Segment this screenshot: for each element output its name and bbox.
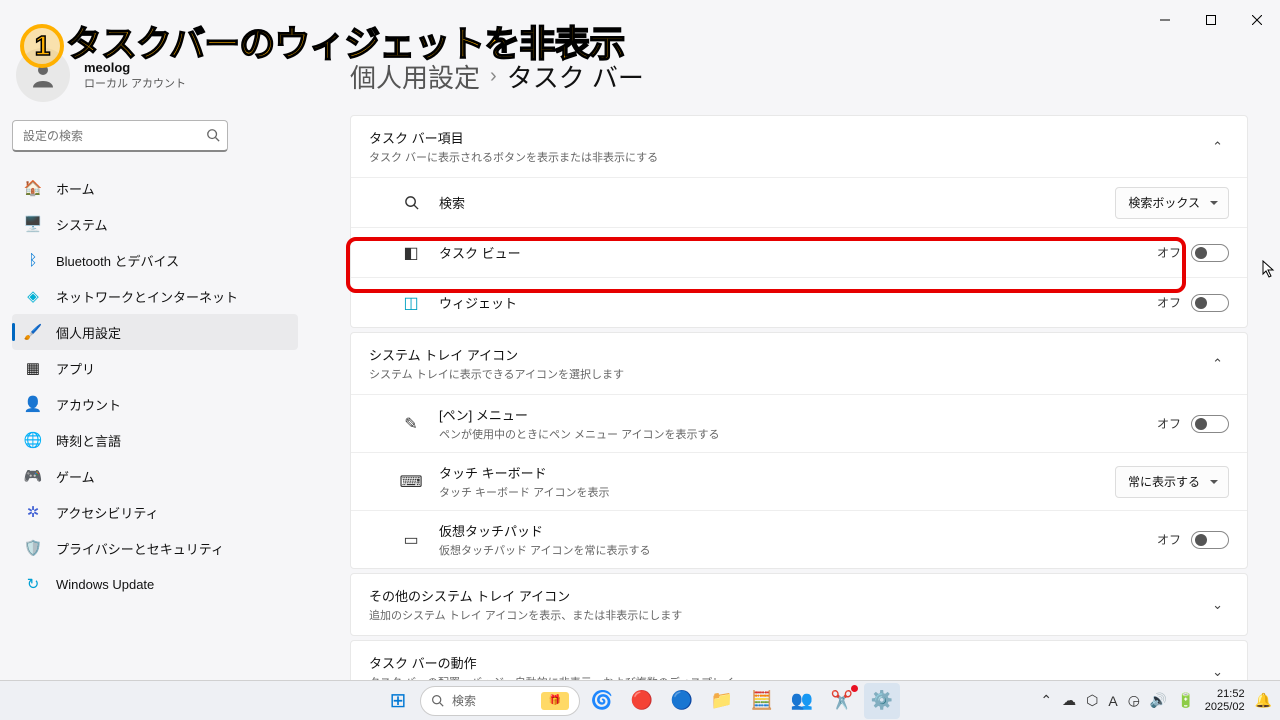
taskview-icon: ◧	[401, 243, 421, 263]
user-account-type: ローカル アカウント	[84, 75, 186, 91]
touchpad-toggle[interactable]	[1191, 531, 1229, 549]
nav-update[interactable]: ↻Windows Update	[12, 566, 298, 602]
search-badge-icon: 🎁	[541, 692, 569, 710]
nav-time[interactable]: 🌐時刻と言語	[12, 422, 298, 458]
apps-icon: ▦	[24, 359, 42, 377]
maximize-button[interactable]	[1188, 0, 1234, 40]
edge-icon[interactable]: 🔵	[664, 683, 700, 719]
settings-search-input[interactable]	[12, 120, 228, 152]
nav-accounts[interactable]: 👤アカウント	[12, 386, 298, 422]
chevron-up-icon: ⌃	[1206, 133, 1229, 161]
touchpad-icon: ▭	[401, 530, 421, 550]
other-tray-section[interactable]: その他のシステム トレイ アイコン 追加のシステム トレイ アイコンを表示、また…	[350, 573, 1248, 636]
start-button[interactable]: ⊞	[380, 683, 416, 719]
touch-keyboard-dropdown[interactable]: 常に表示する	[1115, 466, 1229, 498]
brush-icon: 🖌️	[24, 323, 42, 341]
taskview-toggle[interactable]	[1191, 244, 1229, 262]
nav-personalization[interactable]: 🖌️個人用設定	[12, 314, 298, 350]
pen-menu-row: ✎ [ペン] メニュー ペンが使用中のときにペン メニュー アイコンを表示する …	[351, 394, 1247, 452]
toggle-state-label: オフ	[1157, 294, 1181, 311]
nav-bluetooth[interactable]: ᛒBluetooth とデバイス	[12, 242, 298, 278]
nav-accessibility[interactable]: ✲アクセシビリティ	[12, 494, 298, 530]
close-button[interactable]	[1234, 0, 1280, 40]
toggle-state-label: オフ	[1157, 244, 1181, 261]
system-tray-section: システム トレイ アイコン システム トレイに表示できるアイコンを選択します ⌃…	[350, 332, 1248, 569]
widgets-toggle[interactable]	[1191, 294, 1229, 312]
teams-icon[interactable]: 👥	[784, 683, 820, 719]
onedrive-icon[interactable]: ☁	[1062, 692, 1076, 709]
gamepad-icon: 🎮	[24, 467, 42, 485]
pen-icon: ✎	[401, 414, 421, 434]
nav-home[interactable]: 🏠ホーム	[12, 170, 298, 206]
home-icon: 🏠	[24, 179, 42, 197]
main-content: 個人用設定 › タスク バー タスク バー項目 タスク バーに表示されるボタンを…	[310, 40, 1268, 690]
globe-icon: 🌐	[24, 431, 42, 449]
nav-privacy[interactable]: 🛡️プライバシーとセキュリティ	[12, 530, 298, 566]
tray-chevron-icon[interactable]: ⌃	[1040, 692, 1052, 709]
wifi-icon: ◈	[24, 287, 42, 305]
settings-window: meolog ローカル アカウント 🏠ホーム 🖥️システム ᛒBluetooth…	[0, 0, 1280, 690]
taskbar-items-section: タスク バー項目 タスク バーに表示されるボタンを表示または非表示にする ⌃ 検…	[350, 115, 1248, 328]
update-icon: ↻	[24, 575, 42, 593]
touch-keyboard-row: ⌨ タッチ キーボード タッチ キーボード アイコンを表示 常に表示する	[351, 452, 1247, 510]
accessibility-icon: ✲	[24, 503, 42, 521]
virtual-touchpad-row: ▭ 仮想タッチパッド 仮想タッチパッド アイコンを常に表示する オフ	[351, 510, 1247, 568]
nav-list: 🏠ホーム 🖥️システム ᛒBluetooth とデバイス ◈ネットワークとインタ…	[12, 170, 298, 602]
settings-icon[interactable]: ⚙️	[864, 683, 900, 719]
wifi-tray-icon[interactable]: ◶	[1128, 692, 1140, 709]
search-setting-row: 検索 検索ボックス	[351, 177, 1247, 227]
bluetooth-icon: ᛒ	[24, 251, 42, 269]
shield-icon: 🛡️	[24, 539, 42, 557]
chevron-up-icon: ⌃	[1206, 350, 1229, 378]
battery-icon[interactable]: 🔋	[1177, 692, 1194, 709]
nav-system[interactable]: 🖥️システム	[12, 206, 298, 242]
system-tray-header[interactable]: システム トレイ アイコン システム トレイに表示できるアイコンを選択します ⌃	[351, 333, 1247, 394]
explorer-icon[interactable]: 📁	[704, 683, 740, 719]
volume-icon[interactable]: 🔊	[1150, 692, 1167, 709]
search-icon	[401, 195, 421, 210]
calculator-icon[interactable]: 🧮	[744, 683, 780, 719]
taskbar-search[interactable]: 検索 🎁	[420, 686, 580, 716]
search-mode-dropdown[interactable]: 検索ボックス	[1115, 187, 1229, 219]
windows-taskbar: ⊞ 検索 🎁 🌀 🔴 🔵 📁 🧮 👥 ✂️ ⚙️ ⌃ ☁ ⬡ A ◶ 🔊 🔋 2…	[0, 680, 1280, 720]
nav-gaming[interactable]: 🎮ゲーム	[12, 458, 298, 494]
mouse-cursor-icon	[1262, 260, 1276, 278]
copilot-icon[interactable]: 🌀	[584, 683, 620, 719]
chrome-icon[interactable]: 🔴	[624, 683, 660, 719]
nav-apps[interactable]: ▦アプリ	[12, 350, 298, 386]
ime-indicator[interactable]: A	[1108, 693, 1117, 709]
tutorial-annotation: 1タスクバーのウィジェットを非表示	[20, 15, 624, 68]
minimize-button[interactable]	[1142, 0, 1188, 40]
keyboard-icon: ⌨	[401, 472, 421, 492]
account-icon: 👤	[24, 395, 42, 413]
snipping-tool-icon[interactable]: ✂️	[824, 683, 860, 719]
taskview-setting-row: ◧ タスク ビュー オフ	[351, 227, 1247, 277]
widgets-icon: ◫	[401, 293, 421, 313]
clock[interactable]: 21:52 2025/02	[1205, 688, 1245, 714]
taskbar-items-header[interactable]: タスク バー項目 タスク バーに表示されるボタンを表示または非表示にする ⌃	[351, 116, 1247, 177]
chevron-down-icon: ⌄	[1206, 591, 1229, 619]
notifications-icon[interactable]: 🔔	[1255, 692, 1272, 709]
pen-toggle[interactable]	[1191, 415, 1229, 433]
widgets-setting-row: ◫ ウィジェット オフ	[351, 277, 1247, 327]
sidebar: meolog ローカル アカウント 🏠ホーム 🖥️システム ᛒBluetooth…	[0, 40, 310, 602]
antivirus-icon[interactable]: ⬡	[1086, 692, 1098, 709]
system-icon: 🖥️	[24, 215, 42, 233]
nav-network[interactable]: ◈ネットワークとインターネット	[12, 278, 298, 314]
